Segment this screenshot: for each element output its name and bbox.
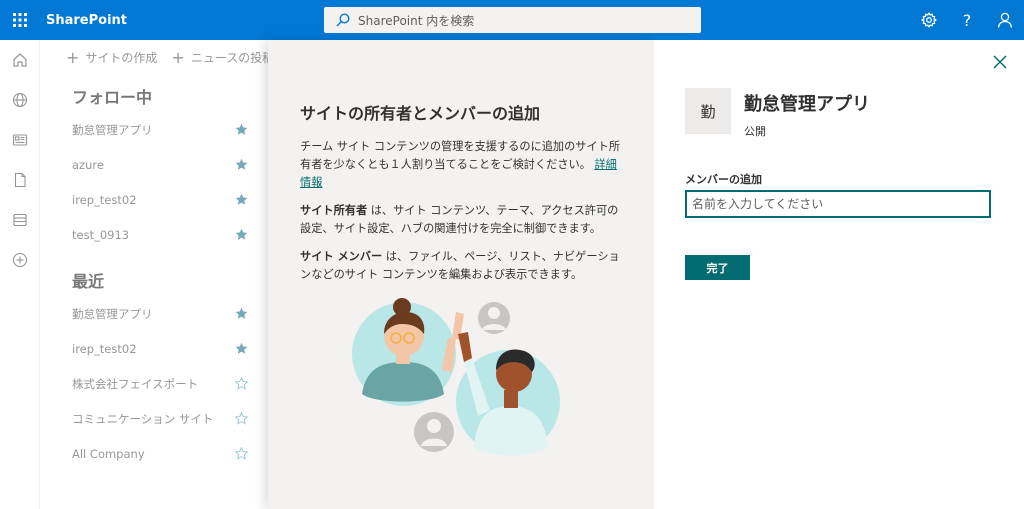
star-filled-icon[interactable] [235,158,248,171]
add-members-panel: 勤 勤怠管理アプリ 公開 メンバーの追加 完了 [654,40,1024,509]
site-link[interactable]: 勤怠管理アプリ [40,296,268,331]
create-news-label: ニュースの投稿 [190,50,268,65]
list-icon [13,213,27,227]
waffle-icon [13,13,27,27]
info-title: サイトの所有者とメンバーの追加 [300,104,541,123]
settings-button[interactable] [910,0,948,40]
sites-button[interactable] [0,80,40,120]
star-outline-icon[interactable] [235,412,248,425]
site-logo: 勤 [685,88,731,134]
star-outline-icon[interactable] [235,447,248,460]
sites-panel: + サイトの作成 + ニュースの投稿 フォロー中 勤怠管理アプリ azure ire… [40,40,268,509]
star-filled-icon[interactable] [235,307,248,320]
create-button[interactable] [0,240,40,280]
add-members-label: メンバーの追加 [685,173,762,186]
following-heading: フォロー中 [72,88,153,107]
add-circle-icon [12,252,28,268]
account-button[interactable] [986,0,1024,40]
site-link-label: test_0913 [72,227,130,242]
close-button[interactable] [990,52,1010,72]
help-button[interactable]: ? [948,0,986,40]
site-link[interactable]: 勤怠管理アプリ [40,112,268,147]
recent-heading: 最近 [72,272,105,291]
site-link[interactable]: azure [40,147,268,182]
info-paragraph: チーム サイト コンテンツの管理を支援するのに追加のサイト所有者を少なくとも１人… [300,138,622,192]
info-paragraph-text: チーム サイト コンテンツの管理を支援するのに追加のサイト所有者を少なくとも１人… [300,140,621,171]
site-link[interactable]: コミュニケーション サイト [40,401,268,436]
site-link-label: コミュニケーション サイト [72,411,214,426]
create-news-button[interactable]: + ニュースの投稿 [171,48,268,67]
home-icon [13,53,27,67]
search-icon [336,13,350,27]
site-link-label: azure [72,157,104,172]
search-box[interactable]: SharePoint 内を検索 [324,7,701,33]
site-link-label: 勤怠管理アプリ [72,306,153,321]
recent-list: 勤怠管理アプリ irep_test02 株式会社フェイスポート コミュニケーション サ… [40,296,268,471]
site-link[interactable]: test_0913 [40,217,268,252]
site-link[interactable]: irep_test02 [40,182,268,217]
plus-icon: + [66,47,80,67]
member-description: サイト メンバー は、ファイル、ページ、リスト、ナビゲーションなどのサイト コン… [300,248,622,284]
globe-icon [12,92,28,108]
files-button[interactable] [0,160,40,200]
create-site-button[interactable]: + サイトの作成 [66,48,157,67]
brand-link[interactable]: SharePoint [46,13,127,28]
site-link-label: irep_test02 [72,341,137,356]
help-icon: ? [962,10,972,30]
site-link-label: irep_test02 [72,192,137,207]
star-filled-icon[interactable] [235,228,248,241]
suite-header: SharePoint SharePoint 内を検索 ? [0,0,1024,40]
site-link-label: All Company [72,446,145,461]
owner-term: サイト所有者 [300,204,368,217]
site-link-label: 株式会社フェイスポート [72,376,199,391]
close-icon [993,55,1007,69]
site-privacy: 公開 [744,125,766,138]
star-filled-icon[interactable] [235,193,248,206]
owner-description: サイト所有者 は、サイト コンテンツ、テーマ、アクセス許可の設定、サイト設定、ハ… [300,202,622,238]
home-button[interactable] [0,40,40,80]
star-outline-icon[interactable] [235,377,248,390]
app-launcher-button[interactable] [0,0,40,40]
command-bar: + サイトの作成 + ニュースの投稿 [40,40,268,74]
search-placeholder: SharePoint 内を検索 [358,13,475,28]
document-icon [14,172,26,188]
app-bar [0,40,40,509]
news-icon [12,134,28,146]
site-link[interactable]: irep_test02 [40,331,268,366]
gear-icon [921,12,937,28]
site-name: 勤怠管理アプリ [744,94,870,115]
done-button[interactable]: 完了 [685,255,750,280]
news-button[interactable] [0,120,40,160]
member-term: サイト メンバー [300,250,383,263]
site-link[interactable]: All Company [40,436,268,471]
star-filled-icon[interactable] [235,342,248,355]
plus-icon: + [171,47,185,67]
add-members-input[interactable] [685,190,991,218]
site-link-label: 勤怠管理アプリ [72,122,153,137]
site-link[interactable]: 株式会社フェイスポート [40,366,268,401]
person-icon [997,12,1013,28]
create-site-label: サイトの作成 [85,50,158,65]
team-illustration [352,298,560,456]
info-panel: サイトの所有者とメンバーの追加 チーム サイト コンテンツの管理を支援するのに追… [268,40,654,509]
following-list: 勤怠管理アプリ azure irep_test02 test_0913 [40,112,268,252]
lists-button[interactable] [0,200,40,240]
star-filled-icon[interactable] [235,123,248,136]
